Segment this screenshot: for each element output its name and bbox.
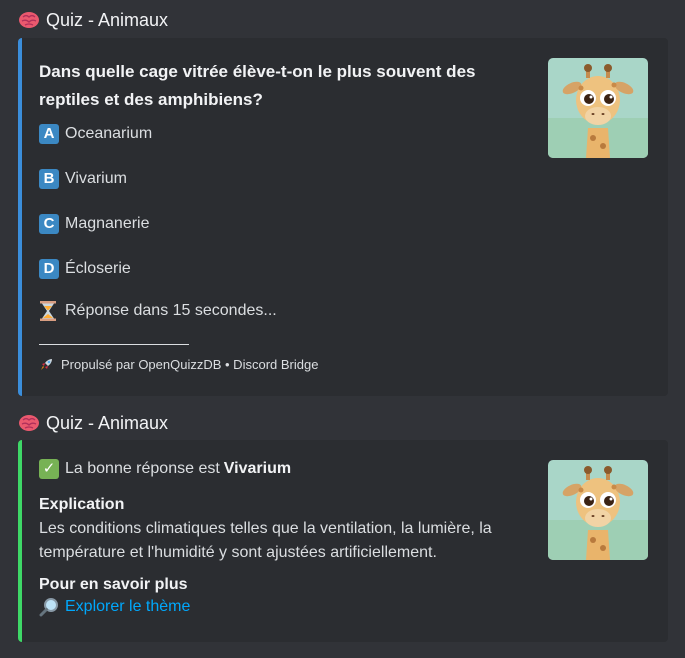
answer-value: Vivarium	[223, 460, 292, 477]
answer-prefix: La bonne réponse est	[65, 460, 220, 477]
question-embed: Dans quelle cage vitrée élève-t-on le pl…	[18, 38, 668, 396]
explore-link-line: Explorer le thème	[39, 597, 190, 617]
option-label: Oceanarium	[65, 125, 153, 142]
more-info-title: Pour en savoir plus	[39, 576, 188, 593]
message-header: Quiz - Animaux	[18, 411, 168, 435]
option-a[interactable]: A Oceanarium	[39, 123, 152, 145]
brain-icon	[18, 414, 40, 432]
explanation-title: Explication	[39, 496, 125, 513]
hourglass-icon	[40, 301, 56, 321]
message-title: Quiz - Animaux	[46, 9, 169, 30]
message-header: Quiz - Animaux	[18, 8, 168, 32]
footer-text: Propulsé par OpenQuizzDB • Discord Bridg…	[61, 356, 319, 372]
option-b[interactable]: B Vivarium	[39, 168, 127, 190]
timer-line: Réponse dans 15 secondes...	[39, 301, 277, 321]
option-d[interactable]: D Écloserie	[39, 258, 131, 280]
question-text: Dans quelle cage vitrée élève-t-on le pl…	[39, 62, 476, 109]
brain-icon	[18, 11, 40, 29]
check-mark-icon: ✓	[39, 459, 59, 479]
option-c[interactable]: C Magnanerie	[39, 213, 150, 235]
explore-theme-link[interactable]: Explorer le thème	[65, 598, 190, 616]
magnifier-icon	[39, 598, 58, 617]
embed-footer: Propulsé par OpenQuizzDB • Discord Bridg…	[39, 356, 318, 372]
rocket-icon	[41, 359, 52, 370]
letter-a-icon: A	[39, 124, 59, 144]
option-label: Vivarium	[65, 170, 127, 187]
explanation-text: Les conditions climatiques telles que la…	[39, 520, 492, 561]
answer-embed: ✓ La bonne réponse est Vivarium Explicat…	[18, 440, 668, 642]
letter-d-icon: D	[39, 259, 59, 279]
giraffe-thumbnail[interactable]	[548, 58, 648, 158]
divider	[39, 344, 189, 345]
option-label: Magnanerie	[65, 215, 150, 232]
option-label: Écloserie	[65, 260, 131, 277]
timer-text: Réponse dans 15 secondes...	[65, 302, 277, 319]
message-title: Quiz - Animaux	[46, 412, 169, 433]
answer-line: ✓ La bonne réponse est Vivarium	[39, 459, 291, 479]
giraffe-thumbnail[interactable]	[548, 460, 648, 560]
letter-b-icon: B	[39, 169, 59, 189]
letter-c-icon: C	[39, 214, 59, 234]
